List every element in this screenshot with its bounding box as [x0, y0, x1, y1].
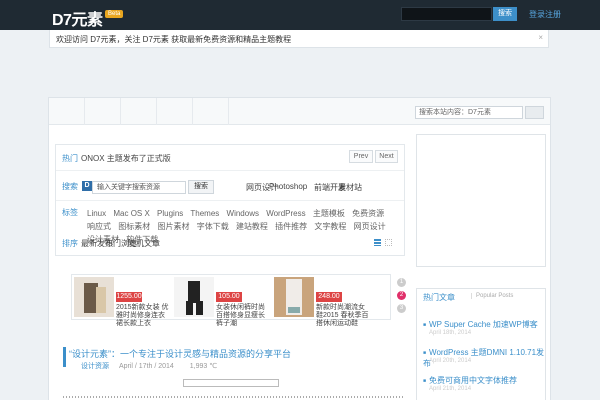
d7-logo-icon: D [82, 181, 92, 191]
product-image [274, 277, 314, 317]
filter-panel: 热门 ONOX 主题发布了正式版 Prev Next 搜索 D 输入关键字搜索资… [55, 144, 405, 256]
post-date: April / 17th / 2014 [118, 363, 174, 370]
product-price: 105.00 [216, 292, 242, 302]
tag-link[interactable]: 图片素材 [157, 222, 189, 231]
next-button[interactable]: Next [375, 150, 398, 163]
product-desc[interactable]: 女装休闲裤时尚百搭修身显瘦长裤子潮 [216, 304, 270, 328]
login-link[interactable]: 登录注册 [529, 9, 561, 20]
tag-link[interactable]: 免费资源 [352, 209, 384, 218]
header-tab[interactable] [193, 98, 229, 125]
tag-link[interactable]: 网页设计 [354, 222, 386, 231]
filter-search-button[interactable]: 搜索 [188, 180, 214, 194]
main-header: 搜索本站内容：D7元素 [49, 98, 550, 125]
notice-text[interactable]: 欢迎访问 D7元素，关注 D7元素 获取最新免费资源和精品主题教程 [56, 34, 291, 45]
popular-posts-tab[interactable]: Popular Posts [471, 293, 513, 299]
product-price: 1255.00 [116, 292, 142, 302]
tag-link[interactable]: 建站教程 [236, 222, 268, 231]
sidebar-search-input[interactable]: 搜索本站内容：D7元素 [415, 106, 523, 119]
product-carousel: 1255.00 2015新款女装 优雅时尚修身连衣裙长款上衣 105.00 女装… [71, 274, 406, 327]
post-excerpt-box [183, 379, 279, 387]
hot-post-link[interactable]: WP Super Cache 加速WP博客 [423, 319, 538, 330]
filter-label-hot: 热门 [62, 154, 78, 163]
product-desc[interactable]: 2015新款女装 优雅时尚修身连衣裙长款上衣 [116, 304, 170, 328]
tag-link[interactable]: 响应式 [87, 222, 111, 231]
sidebar-search-button[interactable] [525, 106, 544, 119]
hot-post-date: April 20th, 2014 [429, 358, 472, 364]
list-view-icon[interactable] [374, 239, 381, 246]
hot-posts-tab[interactable]: 热门文章 [423, 292, 455, 303]
filter-label-sort: 排序 [62, 239, 78, 248]
search-link[interactable]: 素材站 [338, 182, 362, 193]
tag-link[interactable]: Linux [87, 209, 106, 218]
sort-link[interactable]: 随机文章 [128, 238, 160, 249]
tag-link[interactable]: Themes [190, 209, 219, 218]
product-card[interactable]: 248.00 新款时尚潮流女鞋2015 春秋季百搭休闲运动鞋 [272, 275, 372, 327]
site-logo[interactable]: D7元素 [52, 6, 103, 30]
carousel-dot-active[interactable]: 2 [397, 291, 406, 300]
carousel-dot[interactable]: 1 [397, 278, 406, 287]
post-divider [63, 396, 403, 398]
product-desc[interactable]: 新款时尚潮流女鞋2015 春秋季百搭休闲运动鞋 [316, 304, 370, 328]
grid-view-icon[interactable] [385, 239, 392, 246]
close-icon[interactable]: × [538, 33, 543, 42]
filter-search-input[interactable]: 输入关键字搜索资源 [92, 181, 186, 194]
header-tab[interactable] [121, 98, 157, 125]
search-link[interactable]: Photoshop [269, 182, 307, 191]
prev-button[interactable]: Prev [349, 150, 373, 163]
hot-posts-widget: 热门文章 Popular Posts WP Super Cache 加速WP博客… [416, 288, 546, 400]
sidebar-widget [416, 134, 546, 267]
post-category[interactable]: 设计资源 [81, 363, 109, 370]
header-tab[interactable] [157, 98, 193, 125]
tag-link[interactable]: 文字教程 [314, 222, 346, 231]
product-image [74, 277, 114, 317]
post-accent-bar [63, 347, 66, 367]
main-container: 搜索本站内容：D7元素 热门 ONOX 主题发布了正式版 Prev Next 搜… [48, 97, 551, 400]
tag-link[interactable]: Plugins [157, 209, 183, 218]
post-views: 1,993 ℃ [189, 363, 218, 370]
tag-link[interactable]: WordPress [266, 209, 305, 218]
hot-post-link[interactable]: 免费可商用中文字体推荐 [423, 375, 517, 386]
product-image [174, 277, 214, 317]
hot-post-date: April 18th, 2014 [429, 330, 472, 336]
top-search-button[interactable]: 搜索 [493, 7, 517, 21]
product-card[interactable]: 105.00 女装休闲裤时尚百搭修身显瘦长裤子潮 [172, 275, 272, 327]
tag-link[interactable]: 图标素材 [118, 222, 150, 231]
post-meta: 设计资源 April / 17th / 2014 1,993 ℃ [69, 361, 217, 371]
divider [56, 200, 404, 201]
header-tab[interactable] [85, 98, 121, 125]
top-search-input[interactable] [401, 7, 492, 21]
tag-link[interactable]: 插件推荐 [275, 222, 307, 231]
post-title[interactable]: “设计元素”：一个专注于设计灵感与精品资源的分享平台 [69, 347, 291, 360]
divider [56, 170, 404, 171]
filter-label-tags: 标签 [62, 208, 78, 217]
filter-label-search: 搜索 [62, 182, 78, 191]
header-tab[interactable] [49, 98, 85, 125]
carousel-dot[interactable]: 3 [397, 304, 406, 313]
tag-link[interactable]: 主题模板 [313, 209, 345, 218]
tag-link[interactable]: Windows [227, 209, 259, 218]
tag-link[interactable]: 字体下载 [197, 222, 229, 231]
product-price: 248.00 [316, 292, 342, 302]
top-navbar: D7元素 Beta 搜索 登录注册 [0, 0, 600, 30]
tag-link[interactable]: Mac OS X [113, 209, 149, 218]
notice-bar: 欢迎访问 D7元素，关注 D7元素 获取最新免费资源和精品主题教程 × [49, 30, 549, 48]
product-card[interactable]: 1255.00 2015新款女装 优雅时尚修身连衣裙长款上衣 [72, 275, 172, 327]
hot-headline[interactable]: ONOX 主题发布了正式版 [81, 153, 171, 164]
hot-post-date: April 21th, 2014 [429, 386, 472, 392]
beta-badge: Beta [105, 10, 124, 18]
